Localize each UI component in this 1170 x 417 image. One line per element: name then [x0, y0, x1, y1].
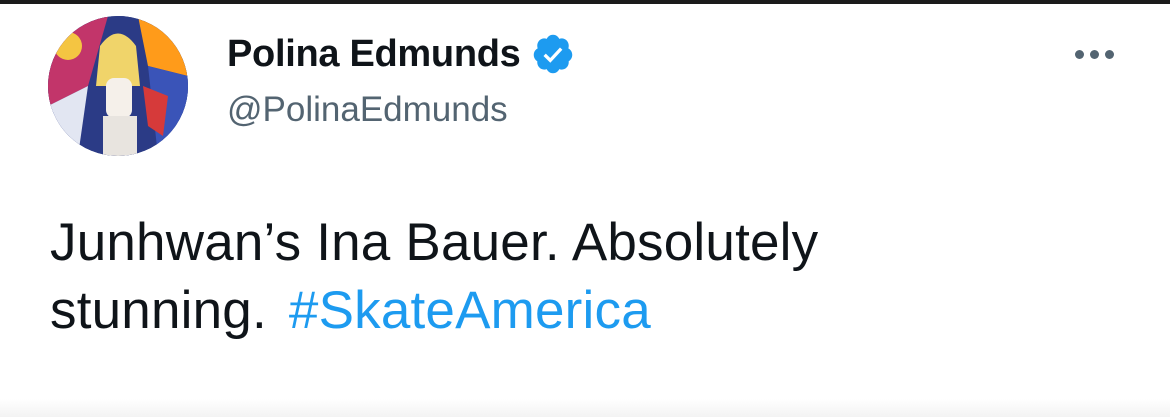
- more-options-icon[interactable]: [1064, 34, 1124, 74]
- profile-photo-icon: [48, 16, 188, 156]
- author-handle[interactable]: @PolinaEdmunds: [227, 90, 508, 130]
- dot-icon: [1089, 49, 1099, 59]
- dot-icon: [1104, 49, 1114, 59]
- avatar[interactable]: [48, 16, 188, 156]
- author-display-name[interactable]: Polina Edmunds: [227, 33, 521, 76]
- tweet-card: Polina Edmunds @PolinaEdmunds Junhwan’s …: [0, 4, 1170, 417]
- tweet-text-segment: stunning.: [50, 281, 267, 340]
- author-name-row: Polina Edmunds: [227, 28, 575, 80]
- dot-icon: [1074, 49, 1084, 59]
- tweet-text: Junhwan’s Ina Bauer. Absolutely stunning…: [50, 209, 1130, 345]
- tweet-text-line: stunning. #SkateAmerica: [50, 277, 1130, 345]
- tweet-text-line: Junhwan’s Ina Bauer. Absolutely: [50, 213, 819, 272]
- verified-badge-icon: [533, 34, 572, 74]
- hashtag-link[interactable]: #SkateAmerica: [289, 281, 651, 340]
- bottom-edge: [0, 399, 1170, 417]
